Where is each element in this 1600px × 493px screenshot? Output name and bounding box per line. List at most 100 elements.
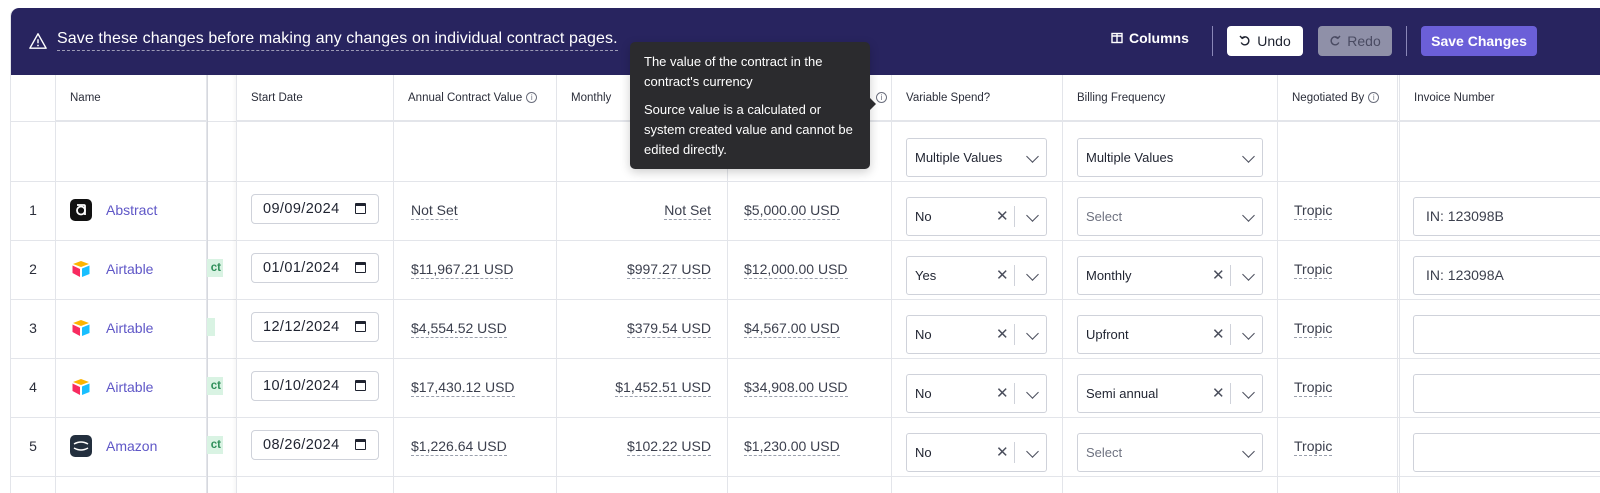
invoice-number-input[interactable] <box>1413 374 1600 413</box>
monthly-value[interactable]: $102.22 USD <box>626 438 711 456</box>
monthly-value[interactable]: Not Set <box>664 202 711 220</box>
contract-name: Amazon <box>106 438 158 454</box>
airtable-logo-icon <box>72 261 90 277</box>
variable-spend-value: No <box>915 327 932 342</box>
variable-spend-filter[interactable]: Multiple Values <box>906 138 1047 177</box>
col-name: Name <box>56 75 207 493</box>
clear-icon[interactable]: ✕ <box>996 316 1009 353</box>
tooltip-arrow <box>870 98 876 110</box>
billing-frequency-placeholder: Select <box>1086 445 1123 460</box>
chevron-down-icon <box>1242 445 1255 458</box>
contract-name: Airtable <box>106 261 154 277</box>
negotiated-by-value[interactable]: Tropic <box>1294 320 1333 338</box>
variable-spend-select[interactable]: No ✕ <box>906 374 1047 413</box>
billing-frequency-select[interactable]: Select <box>1077 197 1263 236</box>
header-variable-spend: Variable Spend? <box>892 75 1062 121</box>
start-date-input[interactable]: 09/09/2024 <box>251 194 379 224</box>
airtable-logo-icon <box>72 379 90 395</box>
redo-icon <box>1330 35 1341 46</box>
header-invoice-number: Invoice Number <box>1400 75 1600 121</box>
negotiated-by-value[interactable]: Tropic <box>1294 202 1333 220</box>
start-date-value: 12/12/2024 <box>263 319 340 335</box>
chevron-down-icon <box>1026 150 1039 163</box>
variable-spend-select[interactable]: No ✕ <box>906 315 1047 354</box>
row-number: 1 <box>29 202 37 218</box>
header-billing-frequency: Billing Frequency <box>1063 75 1277 121</box>
monthly-value[interactable]: $379.54 USD <box>626 320 711 338</box>
select-divider <box>1230 265 1231 286</box>
undo-label: Undo <box>1257 33 1291 49</box>
info-icon[interactable]: i <box>1368 92 1380 104</box>
billing-frequency-filter[interactable]: Multiple Values <box>1077 138 1263 177</box>
billing-frequency-value: Semi annual <box>1086 386 1159 401</box>
undo-button[interactable]: Undo <box>1227 26 1303 56</box>
clear-icon[interactable]: ✕ <box>996 434 1009 471</box>
negotiated-by-value[interactable]: Tropic <box>1294 261 1333 279</box>
clear-icon[interactable]: ✕ <box>996 257 1009 294</box>
header-negotiated-by: Negotiated By i <box>1278 75 1397 121</box>
start-date-input[interactable]: 01/01/2024 <box>251 253 379 283</box>
select-divider <box>1230 383 1231 404</box>
annual-value[interactable]: $4,554.52 USD <box>411 320 507 338</box>
clear-icon[interactable]: ✕ <box>1212 316 1225 353</box>
calendar-icon <box>355 380 366 391</box>
clear-icon[interactable]: ✕ <box>1212 375 1225 412</box>
negotiated-by-value[interactable]: Tropic <box>1294 379 1333 397</box>
variable-spend-select[interactable]: Yes ✕ <box>906 256 1047 295</box>
billing-frequency-filter-value: Multiple Values <box>1086 150 1174 165</box>
billing-frequency-select[interactable]: Upfront ✕ <box>1077 315 1263 354</box>
annual-value[interactable]: $11,967.21 USD <box>411 261 514 279</box>
info-icon[interactable]: i <box>876 92 887 104</box>
invoice-number-input[interactable]: IN: 123098A <box>1413 256 1600 295</box>
monthly-value[interactable]: $1,452.51 USD <box>615 379 711 397</box>
variable-spend-select[interactable]: No ✕ <box>906 197 1047 236</box>
select-divider <box>1014 383 1015 404</box>
billing-frequency-select[interactable]: Select <box>1077 433 1263 472</box>
clear-icon[interactable]: ✕ <box>996 375 1009 412</box>
status-badge: ct <box>207 259 223 277</box>
annual-value[interactable]: $17,430.12 USD <box>411 379 515 397</box>
columns-button[interactable]: Columns <box>1111 30 1189 46</box>
variable-spend-value: No <box>915 209 932 224</box>
contract-value-tooltip: The value of the contract in the contrac… <box>630 42 870 169</box>
redo-button[interactable]: Redo <box>1318 26 1392 56</box>
negotiated-by-value[interactable]: Tropic <box>1294 438 1333 456</box>
start-date-value: 08/26/2024 <box>263 437 340 453</box>
chevron-down-icon <box>1242 327 1255 340</box>
col-partial-status <box>207 75 237 493</box>
col-annual-value: Annual Contract Value i <box>394 75 557 493</box>
airtable-logo-icon <box>72 320 90 336</box>
contract-name: Abstract <box>106 202 158 218</box>
calendar-icon <box>355 262 366 273</box>
abstract-logo-icon <box>70 199 92 221</box>
variable-spend-select[interactable]: No ✕ <box>906 433 1047 472</box>
start-date-input[interactable]: 10/10/2024 <box>251 371 379 401</box>
start-date-input[interactable]: 12/12/2024 <box>251 312 379 342</box>
variable-spend-filter-value: Multiple Values <box>915 150 1003 165</box>
clear-icon[interactable]: ✕ <box>996 198 1009 235</box>
contract-name-link[interactable]: Airtable <box>70 258 153 280</box>
invoice-number-input[interactable]: IN: 123098B <box>1413 197 1600 236</box>
columns-icon <box>1111 32 1123 44</box>
contract-name-link[interactable]: Abstract <box>70 199 157 221</box>
billing-frequency-value: Monthly <box>1086 268 1132 283</box>
select-divider <box>1230 324 1231 345</box>
annual-value[interactable]: $1,226.64 USD <box>411 438 507 456</box>
monthly-value[interactable]: $997.27 USD <box>626 261 711 279</box>
info-icon[interactable]: i <box>526 92 538 104</box>
invoice-number-input[interactable] <box>1413 315 1600 354</box>
invoice-number-input[interactable] <box>1413 433 1600 472</box>
contract-name-link[interactable]: Amazon <box>70 435 157 457</box>
start-date-input[interactable]: 08/26/2024 <box>251 430 379 460</box>
contract-name-link[interactable]: Airtable <box>70 376 153 398</box>
calendar-icon <box>355 321 366 332</box>
chevron-down-icon <box>1026 445 1039 458</box>
clear-icon[interactable]: ✕ <box>1212 257 1225 294</box>
contract-name-link[interactable]: Airtable <box>70 317 153 339</box>
annual-value[interactable]: Not Set <box>411 202 458 220</box>
header-negotiated-by-label: Negotiated By <box>1292 92 1365 104</box>
billing-frequency-select[interactable]: Semi annual ✕ <box>1077 374 1263 413</box>
save-changes-button[interactable]: Save Changes <box>1421 26 1537 56</box>
billing-frequency-select[interactable]: Monthly ✕ <box>1077 256 1263 295</box>
chevron-down-icon <box>1242 268 1255 281</box>
